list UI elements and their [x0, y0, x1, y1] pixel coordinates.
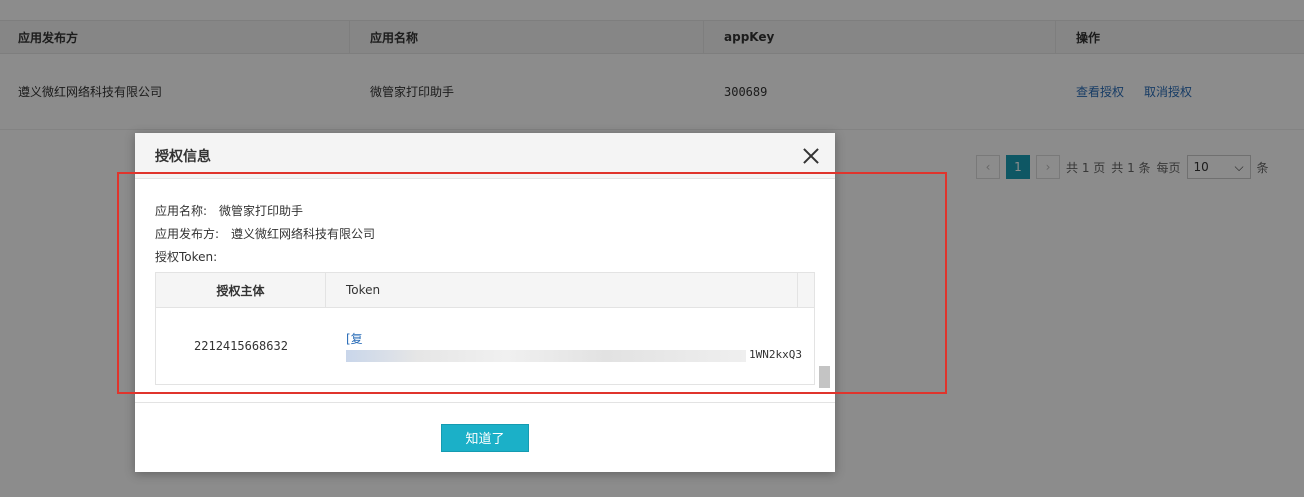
copy-token-link[interactable]: [复: [346, 330, 814, 346]
modal-body: 应用名称: 微管家打印助手 应用发布方: 遵义微红网络科技有限公司 授权Toke…: [135, 179, 835, 401]
app-name-value: 微管家打印助手: [219, 204, 304, 218]
cell-token: [复 1WN2kxQ3: [326, 308, 814, 384]
modal-footer: 知道了: [135, 402, 835, 472]
ok-button[interactable]: 知道了: [441, 423, 529, 452]
app-name-label: 应用名称:: [155, 204, 208, 218]
token-table-header: 授权主体 Token: [156, 273, 814, 308]
header-subject: 授权主体: [156, 273, 326, 307]
modal-header: 授权信息: [135, 133, 835, 179]
token-table: 授权主体 Token 2212415668632 [复 1WN2kxQ3: [155, 272, 830, 388]
publisher-label: 应用发布方:: [155, 227, 220, 241]
table-row: 2212415668632 [复 1WN2kxQ3: [156, 308, 814, 384]
publisher-value: 遵义微红网络科技有限公司: [231, 227, 376, 241]
app-name-line: 应用名称: 微管家打印助手: [155, 199, 815, 222]
modal-title: 授权信息: [155, 148, 211, 165]
token-value: 1WN2kxQ3: [346, 348, 806, 364]
cell-subject: 2212415668632: [194, 339, 288, 353]
close-icon[interactable]: [801, 146, 821, 166]
header-token: Token: [326, 273, 798, 307]
horizontal-scrollbar[interactable]: [819, 366, 830, 388]
publisher-line: 应用发布方: 遵义微红网络科技有限公司: [155, 222, 815, 245]
auth-info-modal: 授权信息 应用名称: 微管家打印助手 应用发布方: 遵义微红网络科技有限公司 授…: [135, 133, 835, 472]
header-scroll-gutter: [798, 273, 814, 307]
token-redaction: [346, 350, 746, 362]
token-label-line: 授权Token:: [155, 245, 815, 268]
token-label: 授权Token:: [155, 250, 218, 264]
token-tail: 1WN2kxQ3: [749, 348, 802, 361]
